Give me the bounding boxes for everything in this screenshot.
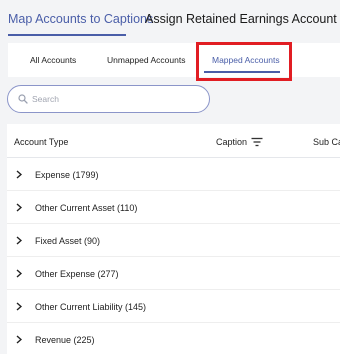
table-row[interactable]: Other Current Liability (145) (7, 290, 340, 323)
top-tab-bar: Map Accounts to Captions Assign Retained… (0, 0, 340, 40)
account-type-label: Other Current Asset (110) (35, 203, 138, 213)
column-header-caption[interactable]: Caption (216, 137, 247, 147)
table-header: Account Type Caption Sub Ca (7, 124, 340, 158)
account-type-label: Expense (1799) (35, 170, 99, 180)
search-icon (18, 94, 28, 104)
table-row[interactable]: Expense (1799) (7, 158, 340, 191)
tab-assign-retained-earnings-account[interactable]: Assign Retained Earnings Account (145, 12, 337, 26)
search-input[interactable] (32, 91, 202, 107)
active-tab-indicator (8, 34, 126, 36)
chevron-right-icon[interactable] (16, 269, 22, 278)
account-type-label: Fixed Asset (90) (35, 236, 101, 246)
account-type-label: Other Expense (277) (35, 269, 119, 279)
table-row[interactable]: Revenue (225) (7, 323, 340, 354)
chevron-right-icon[interactable] (16, 236, 22, 245)
highlight-annotation-box (196, 42, 292, 81)
chevron-right-icon[interactable] (16, 302, 22, 311)
tab-all-accounts[interactable]: All Accounts (30, 55, 76, 65)
chevron-right-icon[interactable] (16, 170, 22, 179)
tab-unmapped-accounts[interactable]: Unmapped Accounts (107, 55, 185, 65)
table-row[interactable]: Fixed Asset (90) (7, 224, 340, 257)
tab-map-accounts-to-captions[interactable]: Map Accounts to Captions (8, 12, 153, 26)
column-header-sub-caption[interactable]: Sub Ca (313, 137, 340, 147)
chevron-right-icon[interactable] (16, 203, 22, 212)
filter-lines-icon[interactable] (251, 137, 263, 147)
column-header-account-type[interactable]: Account Type (14, 137, 68, 147)
search-box[interactable] (7, 85, 210, 113)
table-row[interactable]: Other Expense (277) (7, 257, 340, 290)
account-type-label: Revenue (225) (35, 335, 95, 345)
chevron-right-icon[interactable] (16, 335, 22, 344)
account-type-label: Other Current Liability (145) (35, 302, 147, 312)
accounts-table: Account Type Caption Sub Ca Expense (179… (7, 124, 340, 354)
table-row[interactable]: Other Current Asset (110) (7, 191, 340, 224)
